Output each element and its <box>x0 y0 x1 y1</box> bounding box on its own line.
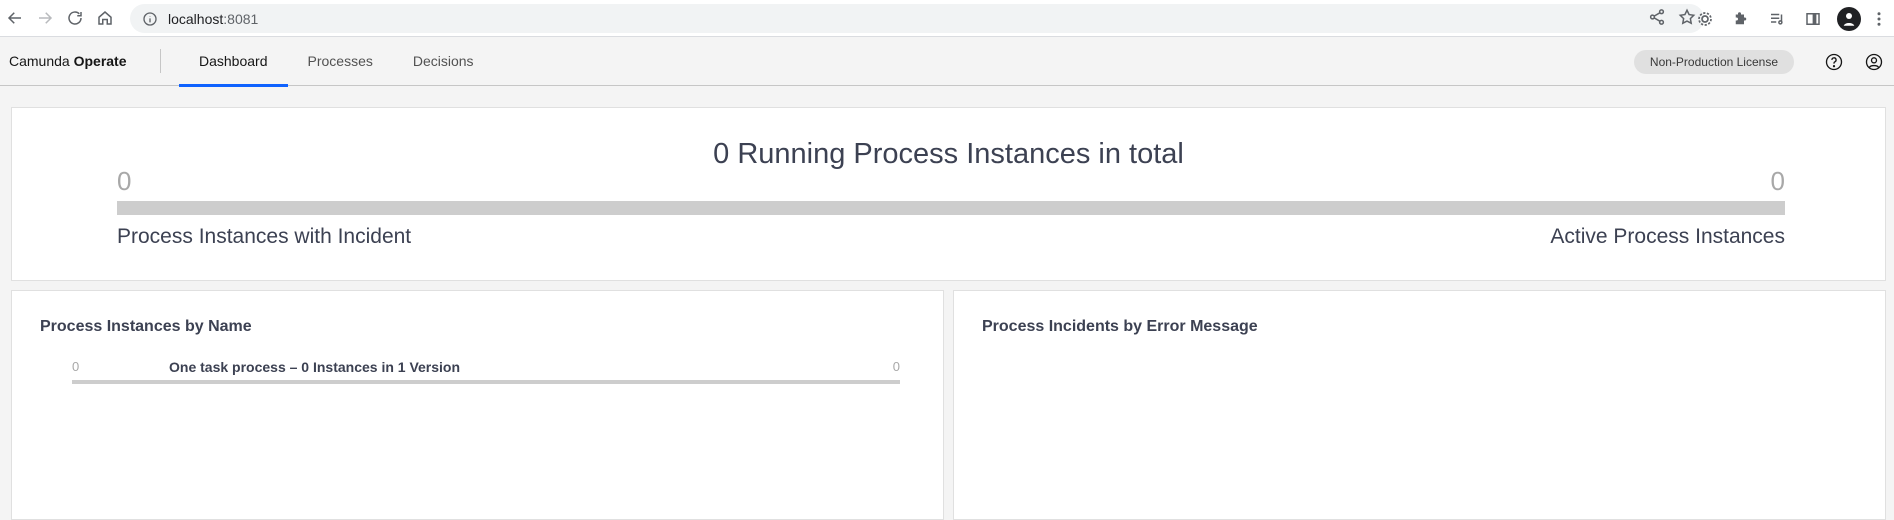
tab-dashboard[interactable]: Dashboard <box>179 37 288 87</box>
panel-title: Process Instances by Name <box>40 318 252 335</box>
forward-icon[interactable] <box>30 3 60 33</box>
row-incident-count: 0 <box>72 359 80 374</box>
info-icon[interactable] <box>142 11 158 27</box>
summary-title[interactable]: 0 Running Process Instances in total <box>12 138 1885 171</box>
incident-count[interactable]: 0 <box>117 166 131 197</box>
active-label[interactable]: Active Process Instances <box>1550 225 1785 249</box>
tab-decisions[interactable]: Decisions <box>393 37 494 86</box>
instances-by-name-panel: Process Instances by Name 0 One task pro… <box>11 290 944 520</box>
incidents-by-error-panel: Process Incidents by Error Message <box>953 290 1886 520</box>
list-item[interactable]: 0 One task process – 0 Instances in 1 Ve… <box>72 359 900 389</box>
row-process-name: One task process – 0 Instances in 1 Vers… <box>169 359 461 375</box>
app-header: Camunda Operate Dashboard Processes Deci… <box>0 37 1894 87</box>
incident-label[interactable]: Process Instances with Incident <box>117 225 411 249</box>
header-divider <box>160 49 161 73</box>
brand-name: Camunda <box>9 53 70 69</box>
brand-logo[interactable]: Camunda Operate <box>0 53 160 69</box>
tab-dashboard-label: Dashboard <box>199 53 268 69</box>
home-icon[interactable] <box>90 3 120 33</box>
license-badge[interactable]: Non-Production License <box>1633 49 1794 74</box>
brand-product: Operate <box>73 53 127 69</box>
panel-title: Process Incidents by Error Message <box>982 318 1258 335</box>
active-count[interactable]: 0 <box>1771 166 1785 197</box>
row-instances-bar <box>72 380 900 384</box>
running-instances-summary: 0 Running Process Instances in total 0 0… <box>11 107 1886 281</box>
extensions-tray <box>1690 0 1894 37</box>
profile-avatar-icon[interactable] <box>1834 4 1864 34</box>
tab-processes-label: Processes <box>307 53 373 69</box>
reload-icon[interactable] <box>60 3 90 33</box>
puzzle-icon[interactable] <box>1726 4 1756 34</box>
extension-gear-icon[interactable] <box>1690 4 1720 34</box>
user-icon[interactable] <box>1854 38 1894 86</box>
back-icon[interactable] <box>0 3 30 33</box>
share-icon[interactable] <box>1648 8 1666 26</box>
browser-toolbar: localhost:8081 <box>0 0 1894 37</box>
main-nav: Dashboard Processes Decisions <box>179 37 494 87</box>
url-port: :8081 <box>223 10 259 27</box>
kebab-menu-icon[interactable] <box>1870 4 1888 34</box>
tab-processes[interactable]: Processes <box>288 37 393 86</box>
side-panel-icon[interactable] <box>1798 4 1828 34</box>
row-active-count: 0 <box>892 359 900 374</box>
url-host: localhost <box>168 10 224 27</box>
media-list-icon[interactable] <box>1762 4 1792 34</box>
address-bar[interactable]: localhost:8081 <box>130 4 1704 33</box>
tab-decisions-label: Decisions <box>412 53 474 69</box>
instances-bar <box>117 201 1785 215</box>
help-icon[interactable] <box>1814 38 1854 86</box>
